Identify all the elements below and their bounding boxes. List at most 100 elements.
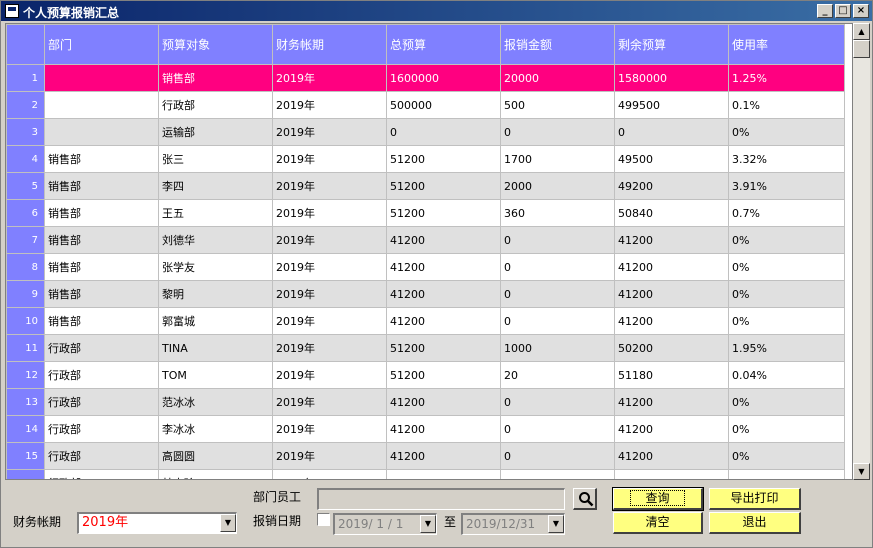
table-cell: 0 (500, 307, 615, 335)
table-cell: 行政部 (44, 442, 159, 470)
row-number[interactable]: 11 (6, 334, 45, 362)
column-header[interactable]: 使用率 (728, 24, 845, 65)
table-row[interactable]: 13 行政部 范冰冰 2019年 41200 0 41200 0% (6, 388, 845, 416)
row-number[interactable]: 9 (6, 280, 45, 308)
employee-input[interactable] (317, 488, 565, 510)
table-cell: 行政部 (44, 361, 159, 389)
table-cell: 黎明 (158, 280, 273, 308)
table-cell: 李冰冰 (158, 415, 273, 443)
table-cell: 0% (728, 253, 845, 281)
vertical-scrollbar[interactable]: ▲ ▼ (853, 23, 870, 480)
date-from-picker[interactable]: 2019/ 1 / 1 ▼ (333, 513, 437, 535)
table-cell: 销售部 (44, 307, 159, 335)
row-number[interactable]: 1 (6, 64, 45, 92)
table-row[interactable]: 16行政部林志玲2019年412000412000% (6, 469, 845, 479)
table-cell: 王五 (158, 199, 273, 227)
table-cell: 51180 (614, 361, 729, 389)
row-number[interactable]: 3 (6, 118, 45, 146)
close-icon[interactable]: × (853, 4, 869, 18)
table-cell: 销售部 (44, 280, 159, 308)
row-number[interactable]: 10 (6, 307, 45, 335)
table-row[interactable]: 11 行政部 TINA 2019年 51200 1000 50200 1.95% (6, 334, 845, 362)
column-header[interactable]: 部门 (44, 24, 159, 65)
table-cell: 3.32% (728, 145, 845, 173)
export-print-button[interactable]: 导出打印 (709, 488, 801, 510)
table-row[interactable]: 12 行政部 TOM 2019年 51200 20 51180 0.04% (6, 361, 845, 389)
table-row[interactable]: 10 销售部 郭富城 2019年 41200 0 41200 0% (6, 307, 845, 335)
table-row[interactable]: 7 销售部 刘德华 2019年 41200 0 41200 0% (6, 226, 845, 254)
table-cell: 41200 (386, 442, 501, 470)
column-header[interactable]: 总预算 (386, 24, 501, 65)
window-title: 个人预算报销汇总 (23, 6, 120, 20)
date-filter-checkbox[interactable] (317, 513, 330, 526)
row-number[interactable]: 14 (6, 415, 45, 443)
table-cell: 41200 (614, 415, 729, 443)
table-cell: 2019年 (272, 91, 387, 119)
search-button[interactable] (573, 488, 597, 510)
table-cell: 2019年 (272, 334, 387, 362)
table-cell: 51200 (386, 145, 501, 173)
query-button[interactable]: 查询 (612, 487, 704, 511)
row-number[interactable]: 5 (6, 172, 45, 200)
column-header[interactable]: 报销金额 (500, 24, 615, 65)
table-cell: 41200 (386, 280, 501, 308)
table-cell: 51200 (386, 361, 501, 389)
table-cell: 2019年 (272, 388, 387, 416)
minimize-icon[interactable]: _ (817, 4, 833, 18)
scroll-down-icon[interactable]: ▼ (853, 463, 870, 480)
table-cell: 0 (500, 442, 615, 470)
table-row[interactable]: 4 销售部 张三 2019年 51200 1700 49500 3.32% (6, 145, 845, 173)
table-cell: 1000 (500, 334, 615, 362)
table-row[interactable]: 14 行政部 李冰冰 2019年 41200 0 41200 0% (6, 415, 845, 443)
chevron-down-icon[interactable]: ▼ (220, 514, 236, 532)
table-cell: 41200 (614, 280, 729, 308)
table-row[interactable]: 8 销售部 张学友 2019年 41200 0 41200 0% (6, 253, 845, 281)
exit-button[interactable]: 退出 (709, 512, 801, 534)
row-number[interactable]: 8 (6, 253, 45, 281)
table-row[interactable]: 1 销售部 2019年 1600000 20000 1580000 1.25% (6, 64, 845, 92)
chevron-down-icon[interactable]: ▼ (420, 515, 436, 533)
table-row[interactable]: 3 运输部 2019年 0 0 0 0% (6, 118, 845, 146)
column-header[interactable]: 财务帐期 (272, 24, 387, 65)
table-cell: 0% (728, 307, 845, 335)
table-row[interactable]: 5 销售部 李四 2019年 51200 2000 49200 3.91% (6, 172, 845, 200)
table-cell: 500 (500, 91, 615, 119)
table-row[interactable]: 6 销售部 王五 2019年 51200 360 50840 0.7% (6, 199, 845, 227)
table-row[interactable]: 9 销售部 黎明 2019年 41200 0 41200 0% (6, 280, 845, 308)
date-to-value: 2019/12/31 (466, 517, 536, 531)
date-to-picker[interactable]: 2019/12/31 ▼ (461, 513, 565, 535)
table-cell (44, 118, 159, 146)
row-number[interactable]: 16 (6, 469, 45, 479)
chevron-down-icon[interactable]: ▼ (548, 515, 564, 533)
column-header[interactable]: 预算对象 (158, 24, 273, 65)
table-cell: 0.04% (728, 361, 845, 389)
table-cell: 0 (500, 226, 615, 254)
table-cell: 2019年 (272, 361, 387, 389)
data-grid[interactable]: 部门 预算对象 财务帐期 总预算 报销金额 剩余预算 使用率 1 销售部 2019年 16 0 0 0 0… (5, 23, 853, 480)
row-number[interactable]: 13 (6, 388, 45, 416)
scroll-thumb[interactable] (853, 40, 870, 58)
table-cell: 41200 (614, 469, 729, 479)
window-controls: _ □ × (817, 4, 869, 18)
row-number[interactable]: 15 (6, 442, 45, 470)
title-bar[interactable]: 个人预算报销汇总 _ □ × (1, 1, 872, 21)
table-row[interactable]: 15 行政部 高圆圆 2019年 41200 0 41200 0% (6, 442, 845, 470)
table-cell: 1580000 (614, 64, 729, 92)
scroll-up-icon[interactable]: ▲ (853, 23, 870, 40)
row-number[interactable]: 12 (6, 361, 45, 389)
row-number[interactable]: 6 (6, 199, 45, 227)
table-cell: 0% (728, 226, 845, 254)
table-cell (44, 64, 159, 92)
row-number[interactable]: 7 (6, 226, 45, 254)
table-row[interactable]: 2 行政部 2019年 500000 500 499500 0.1% (6, 91, 845, 119)
search-icon (579, 492, 594, 507)
clear-button[interactable]: 清空 (613, 512, 703, 534)
table-cell: 41200 (386, 253, 501, 281)
maximize-icon[interactable]: □ (835, 4, 851, 18)
column-header[interactable]: 剩余预算 (614, 24, 729, 65)
row-number[interactable]: 4 (6, 145, 45, 173)
row-number[interactable]: 2 (6, 91, 45, 119)
period-select[interactable]: 2019年 ▼ (77, 512, 237, 534)
table-cell: 0% (728, 415, 845, 443)
table-cell: 运输部 (158, 118, 273, 146)
